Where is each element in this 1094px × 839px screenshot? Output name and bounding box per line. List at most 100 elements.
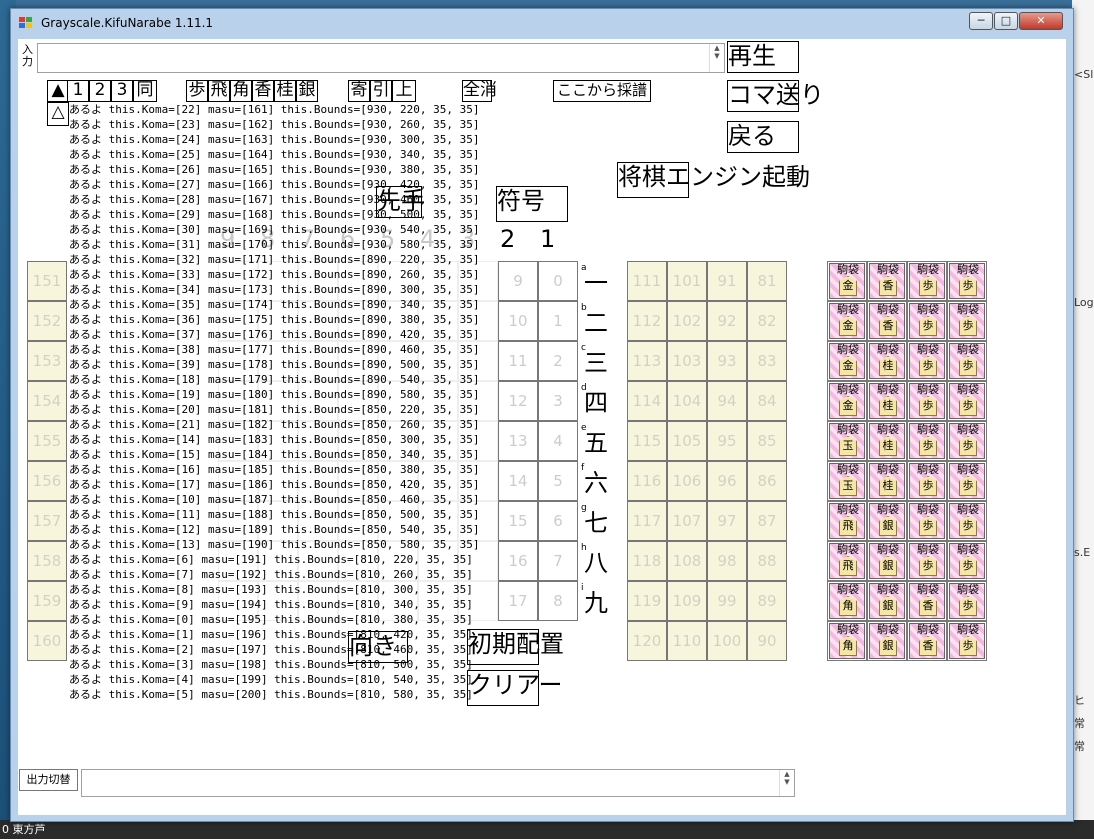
stand-cell[interactable]: 107 [667, 501, 707, 541]
piece-bag-cell[interactable]: 駒袋飛 [827, 541, 867, 581]
shogi-piece[interactable]: 駒袋金 [829, 343, 865, 379]
stand-cell[interactable]: 159 [27, 581, 67, 621]
board-square[interactable]: 9 [498, 261, 538, 301]
piece-bag-cell[interactable]: 駒袋歩 [947, 461, 987, 501]
piece-bag-cell[interactable]: 駒袋歩 [947, 541, 987, 581]
shogi-piece[interactable]: 駒袋銀 [869, 543, 905, 579]
piece-bag-cell[interactable]: 駒袋金 [827, 381, 867, 421]
toolbar-button[interactable]: 銀 [296, 80, 318, 102]
shogi-piece[interactable]: 駒袋銀 [869, 583, 905, 619]
shogi-piece[interactable]: 駒袋銀 [869, 503, 905, 539]
stand-cell[interactable]: 103 [667, 341, 707, 381]
back-button[interactable]: 戻る [727, 121, 799, 153]
board-square[interactable]: 2 [538, 341, 578, 381]
piece-bag-cell[interactable]: 駒袋歩 [947, 301, 987, 341]
toolbar-button[interactable]: 引 [370, 80, 392, 102]
stand-cell[interactable]: 106 [667, 461, 707, 501]
stand-cell[interactable]: 111 [627, 261, 667, 301]
piece-bag-cell[interactable]: 駒袋香 [907, 621, 947, 661]
initial-position-button[interactable]: 初期配置 [467, 629, 564, 665]
direction-button[interactable]: 向き [348, 631, 408, 663]
toolbar-button[interactable]: 同 [133, 80, 157, 102]
piece-bag-cell[interactable]: 駒袋歩 [907, 381, 947, 421]
stand-cell[interactable]: 98 [707, 541, 747, 581]
stand-cell[interactable]: 153 [27, 341, 67, 381]
piece-bag-cell[interactable]: 駒袋金 [827, 341, 867, 381]
stand-cell[interactable]: 94 [707, 381, 747, 421]
shogi-piece[interactable]: 駒袋歩 [909, 463, 945, 499]
stand-cell[interactable]: 83 [747, 341, 787, 381]
shogi-piece[interactable]: 駒袋歩 [909, 263, 945, 299]
board-square[interactable]: 8 [538, 581, 578, 621]
piece-bag-cell[interactable]: 駒袋金 [827, 261, 867, 301]
piece-bag-cell[interactable]: 駒袋桂 [867, 381, 907, 421]
output-toggle-button[interactable]: 出力切替 [19, 769, 78, 791]
minimize-button[interactable]: ─ [969, 12, 993, 30]
output-textbox[interactable]: ▲ ▼ [81, 769, 795, 797]
piece-bag-cell[interactable]: 駒袋歩 [947, 341, 987, 381]
board-square[interactable]: 4 [538, 421, 578, 461]
stand-cell[interactable]: 93 [707, 341, 747, 381]
stand-cell[interactable]: 113 [627, 341, 667, 381]
output-scrollbar[interactable]: ▲ ▼ [779, 770, 794, 796]
piece-bag-cell[interactable]: 駒袋銀 [867, 541, 907, 581]
toolbar-button[interactable]: 桂 [274, 80, 296, 102]
input-scrollbar[interactable]: ▲ ▼ [709, 44, 724, 72]
engine-start-button[interactable]: 将棋エンジン起動 [617, 162, 810, 198]
piece-bag-cell[interactable]: 駒袋桂 [867, 421, 907, 461]
shogi-piece[interactable]: 駒袋桂 [869, 463, 905, 499]
stand-cell[interactable]: 118 [627, 541, 667, 581]
stand-cell[interactable]: 157 [27, 501, 67, 541]
piece-bag-cell[interactable]: 駒袋香 [867, 261, 907, 301]
stand-cell[interactable]: 109 [667, 581, 707, 621]
piece-bag-cell[interactable]: 駒袋玉 [827, 461, 867, 501]
shogi-piece[interactable]: 駒袋歩 [949, 503, 985, 539]
piece-bag-cell[interactable]: 駒袋香 [867, 301, 907, 341]
shogi-piece[interactable]: 駒袋歩 [909, 503, 945, 539]
shogi-piece[interactable]: 駒袋玉 [829, 463, 865, 499]
toolbar-button[interactable]: 全消 [462, 80, 497, 102]
shogi-piece[interactable]: 駒袋飛 [829, 543, 865, 579]
piece-bag-cell[interactable]: 駒袋歩 [907, 261, 947, 301]
toolbar-button[interactable]: ▲ [47, 80, 69, 102]
stand-cell[interactable]: 97 [707, 501, 747, 541]
piece-bag-cell[interactable]: 駒袋香 [907, 581, 947, 621]
stand-cell[interactable]: 91 [707, 261, 747, 301]
stand-cell[interactable]: 104 [667, 381, 707, 421]
stand-cell[interactable]: 108 [667, 541, 707, 581]
shogi-piece[interactable]: 駒袋歩 [949, 463, 985, 499]
board-square[interactable]: 7 [538, 541, 578, 581]
stand-cell[interactable]: 102 [667, 301, 707, 341]
shogi-piece[interactable]: 駒袋香 [869, 303, 905, 339]
piece-bag-cell[interactable]: 駒袋歩 [947, 381, 987, 421]
shogi-piece[interactable]: 駒袋桂 [869, 343, 905, 379]
piece-bag-cell[interactable]: 駒袋歩 [947, 261, 987, 301]
stand-cell[interactable]: 112 [627, 301, 667, 341]
stand-cell[interactable]: 89 [747, 581, 787, 621]
stand-cell[interactable]: 152 [27, 301, 67, 341]
stand-cell[interactable]: 155 [27, 421, 67, 461]
step-button[interactable]: コマ送り [727, 80, 824, 112]
piece-bag-cell[interactable]: 駒袋金 [827, 301, 867, 341]
piece-bag-cell[interactable]: 駒袋歩 [907, 541, 947, 581]
piece-bag-cell[interactable]: 駒袋角 [827, 621, 867, 661]
stand-cell[interactable]: 119 [627, 581, 667, 621]
piece-bag-cell[interactable]: 駒袋桂 [867, 341, 907, 381]
shogi-piece[interactable]: 駒袋歩 [949, 263, 985, 299]
board-square[interactable]: 1 [538, 301, 578, 341]
stand-cell[interactable]: 156 [27, 461, 67, 501]
shogi-piece[interactable]: 駒袋歩 [909, 343, 945, 379]
stand-cell[interactable]: 158 [27, 541, 67, 581]
stand-cell[interactable]: 110 [667, 621, 707, 661]
maximize-button[interactable]: □ [994, 12, 1018, 30]
shogi-piece[interactable]: 駒袋香 [909, 583, 945, 619]
stand-cell[interactable]: 116 [627, 461, 667, 501]
stand-cell[interactable]: 81 [747, 261, 787, 301]
stand-cell[interactable]: 87 [747, 501, 787, 541]
board-square[interactable]: 10 [498, 301, 538, 341]
title-bar[interactable]: Grayscale.KifuNarabe 1.11.1 ─ □ ✕ [11, 9, 1073, 37]
shogi-piece[interactable]: 駒袋歩 [949, 303, 985, 339]
piece-bag-cell[interactable]: 駒袋歩 [947, 581, 987, 621]
board-square[interactable]: 12 [498, 381, 538, 421]
piece-bag-cell[interactable]: 駒袋銀 [867, 501, 907, 541]
